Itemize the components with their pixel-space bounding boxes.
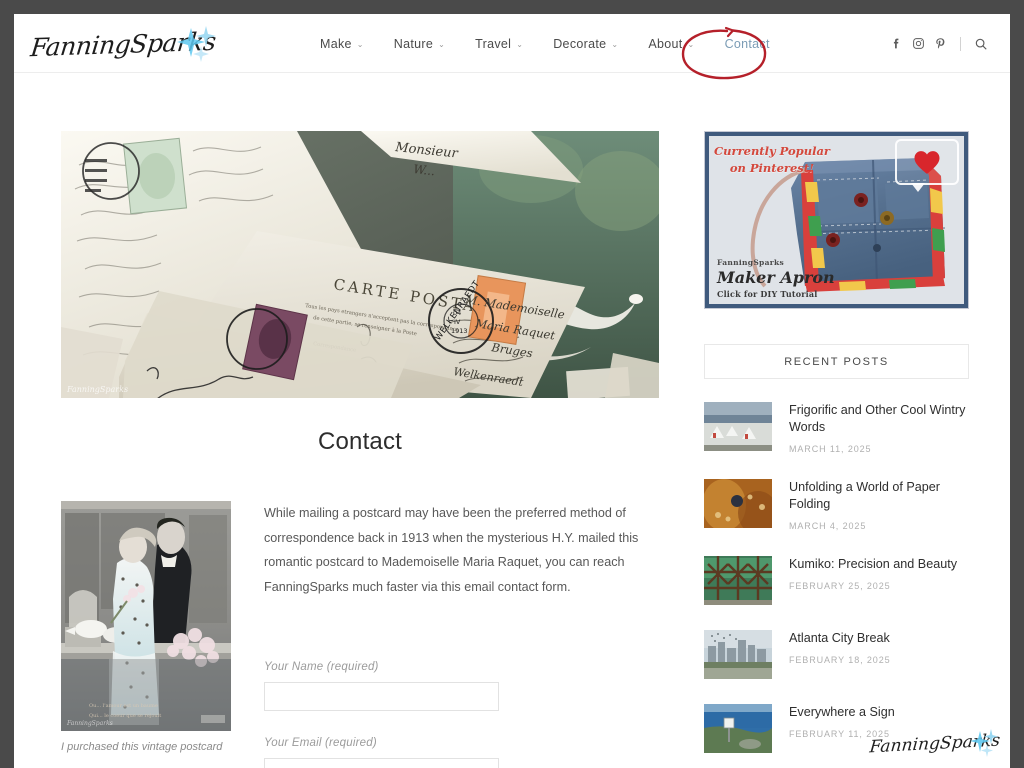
nav-item-travel[interactable]: Travel ⌄ <box>460 37 538 51</box>
recent-posts-list: Frigorific and Other Cool Wintry Words M… <box>704 402 969 753</box>
post-title: Everywhere a Sign <box>789 705 895 719</box>
intro-section: Ou... l'amour est un baume Qui... le coe… <box>61 501 659 768</box>
sparkle-stars-icon <box>970 729 998 757</box>
chevron-down-icon: ⌄ <box>611 39 619 49</box>
post-date: MARCH 4, 2025 <box>789 521 867 531</box>
pinterest-icon[interactable] <box>929 33 951 55</box>
main-navigation: Make ⌄ Nature ⌄ Travel ⌄ Decorate ⌄ Abou… <box>305 14 785 73</box>
vintage-postcard-figure: Ou... l'amour est un baume Qui... le coe… <box>61 501 231 768</box>
email-input[interactable] <box>264 758 499 768</box>
hero-postcard-image: CARTE POSTALE Tous les pays etrangers n'… <box>61 131 659 398</box>
nav-item-decorate[interactable]: Decorate ⌄ <box>538 37 633 51</box>
nav-item-make[interactable]: Make ⌄ <box>305 37 379 51</box>
header-social-links <box>885 14 992 73</box>
pinterest-widget-headline: Currently Popular on Pinterest! <box>714 143 830 176</box>
facebook-icon[interactable] <box>885 33 907 55</box>
name-field-label: Your Name (required) <box>264 661 379 674</box>
pinterest-widget-cta: Click for DIY Tutorial <box>717 289 818 299</box>
list-item[interactable]: Atlanta City Break FEBRUARY 18, 2025 <box>704 630 969 679</box>
sparkle-stars-icon <box>177 26 216 62</box>
post-meta: Kumiko: Precision and Beauty FEBRUARY 25… <box>789 556 967 605</box>
intro-paragraph: While mailing a postcard may have been t… <box>264 506 639 594</box>
post-title: Frigorific and Other Cool Wintry Words <box>789 403 966 434</box>
name-input[interactable] <box>264 682 499 712</box>
svg-text:FanningSparks: FanningSparks <box>66 720 113 727</box>
svg-text:Qui... le coeur que se rejouit: Qui... le coeur que se rejouit <box>89 713 161 719</box>
page-title: Contact <box>317 428 403 455</box>
nav-item-about[interactable]: About ⌄ <box>633 37 709 51</box>
chevron-down-icon: ⌄ <box>687 39 695 49</box>
chevron-down-icon: ⌄ <box>356 39 364 49</box>
chevron-down-icon: ⌄ <box>438 39 446 49</box>
nav-item-label: Travel <box>475 36 512 51</box>
post-thumbnail <box>704 479 772 528</box>
nav-item-nature[interactable]: Nature ⌄ <box>379 37 460 51</box>
nav-item-label: About <box>648 36 683 51</box>
search-icon[interactable] <box>970 33 992 55</box>
post-meta: Unfolding a World of Paper Folding MARCH… <box>789 479 967 531</box>
pinterest-widget-brand: FanningSparks <box>717 257 785 267</box>
nav-item-label: Decorate <box>553 36 607 51</box>
post-title: Unfolding a World of Paper Folding <box>789 480 940 511</box>
recent-posts-title: RECENT POSTS <box>784 355 889 368</box>
nav-item-label: Make <box>320 36 352 51</box>
list-item[interactable]: Unfolding a World of Paper Folding MARCH… <box>704 479 969 531</box>
postcard-caption: I purchased this vintage postcard <box>61 741 223 753</box>
recent-posts-header: RECENT POSTS <box>704 344 969 379</box>
hero-illustration: CARTE POSTALE Tous les pays etrangers n'… <box>61 131 659 398</box>
contact-form: Your Name (required) Your Email (require… <box>264 661 499 768</box>
svg-text:1913: 1913 <box>451 327 468 335</box>
svg-text:Ou... l'amour est un baume: Ou... l'amour est un baume <box>89 703 158 709</box>
vintage-postcard-image: Ou... l'amour est un baume Qui... le coe… <box>61 501 231 731</box>
heart-badge-bubble <box>895 139 959 192</box>
pinterest-headline-line2: on Pinterest! <box>729 160 815 175</box>
pinterest-popular-widget[interactable]: Currently Popular on Pinterest! FanningS… <box>704 131 969 309</box>
main-column: CARTE POSTALE Tous les pays etrangers n'… <box>61 131 659 768</box>
atlanta-skyline-image <box>704 630 772 679</box>
svg-text:W...: W... <box>413 162 436 178</box>
pinterest-widget-caption: FanningSparks Maker Apron Click for DIY … <box>717 258 835 299</box>
instagram-icon[interactable] <box>907 33 929 55</box>
post-thumbnail <box>704 630 772 679</box>
nav-item-label: Contact <box>724 36 770 51</box>
coastal-sign-image <box>704 704 772 753</box>
corner-watermark: FanningSparks <box>869 724 1001 764</box>
hero-watermark: FanningSparks <box>67 385 129 394</box>
chevron-down-icon: ⌄ <box>516 39 524 49</box>
heart-icon <box>914 150 940 174</box>
post-meta: Atlanta City Break FEBRUARY 18, 2025 <box>789 630 967 679</box>
nav-item-label: Nature <box>393 36 434 51</box>
post-title: Kumiko: Precision and Beauty <box>789 557 958 571</box>
page-content: CARTE POSTALE Tous les pays etrangers n'… <box>14 73 1010 768</box>
nav-item-contact[interactable]: Contact <box>710 37 785 51</box>
site-logo[interactable]: FanningSparks <box>29 20 217 68</box>
post-title: Atlanta City Break <box>789 631 890 645</box>
post-date: MARCH 11, 2025 <box>789 444 872 454</box>
email-field-label: Your Email (required) <box>264 737 377 750</box>
list-item[interactable]: Kumiko: Precision and Beauty FEBRUARY 25… <box>704 556 969 605</box>
couple-postcard-illustration: Ou... l'amour est un baume Qui... le coe… <box>61 501 231 731</box>
post-thumbnail <box>704 704 772 753</box>
post-thumbnail <box>704 556 772 605</box>
browser-viewport: FanningSparks Make ⌄ Nature ⌄ Travel ⌄ D… <box>14 14 1010 768</box>
header-divider <box>960 36 961 51</box>
pinterest-headline-line1: Currently Popular <box>714 144 830 158</box>
site-header: FanningSparks Make ⌄ Nature ⌄ Travel ⌄ D… <box>14 14 1010 80</box>
post-thumbnail <box>704 402 772 451</box>
kumiko-lattice-image <box>704 556 772 605</box>
paper-folding-image <box>704 479 772 528</box>
sidebar: Currently Popular on Pinterest! FanningS… <box>704 131 969 768</box>
list-item[interactable]: Frigorific and Other Cool Wintry Words M… <box>704 402 969 454</box>
snowy-beach-huts-image <box>704 402 772 451</box>
post-meta: Frigorific and Other Cool Wintry Words M… <box>789 402 967 454</box>
pinterest-widget-title: Maker Apron <box>717 267 835 287</box>
intro-body: While mailing a postcard may have been t… <box>264 501 659 768</box>
post-date: FEBRUARY 25, 2025 <box>789 581 891 591</box>
post-date: FEBRUARY 18, 2025 <box>789 655 891 665</box>
